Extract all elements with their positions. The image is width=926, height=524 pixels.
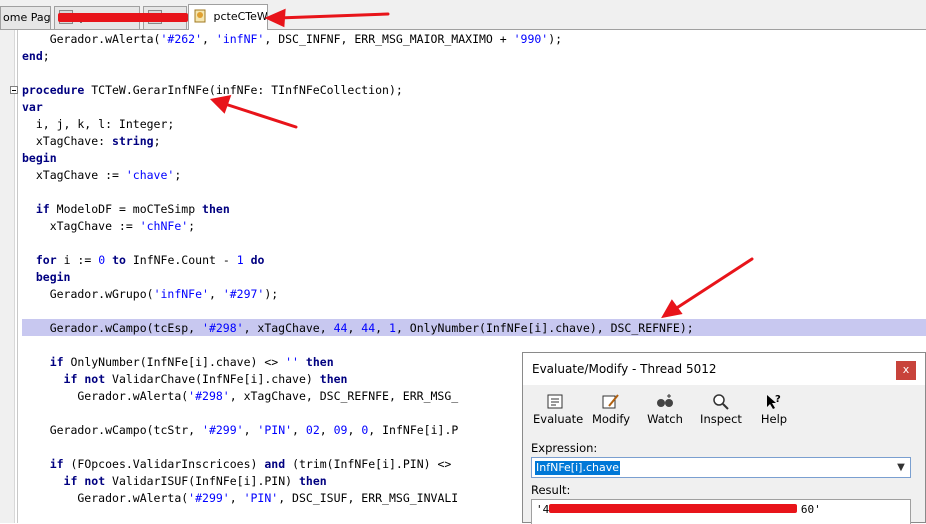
arrow-head: [264, 8, 286, 28]
annotation-arrows: [209, 8, 754, 319]
arrow-to-procedure: [220, 101, 298, 129]
arrow-head: [209, 95, 232, 114]
arrow-to-highlight: [670, 257, 754, 313]
arrow-to-tab: [276, 12, 390, 20]
arrow-head: [661, 299, 683, 319]
